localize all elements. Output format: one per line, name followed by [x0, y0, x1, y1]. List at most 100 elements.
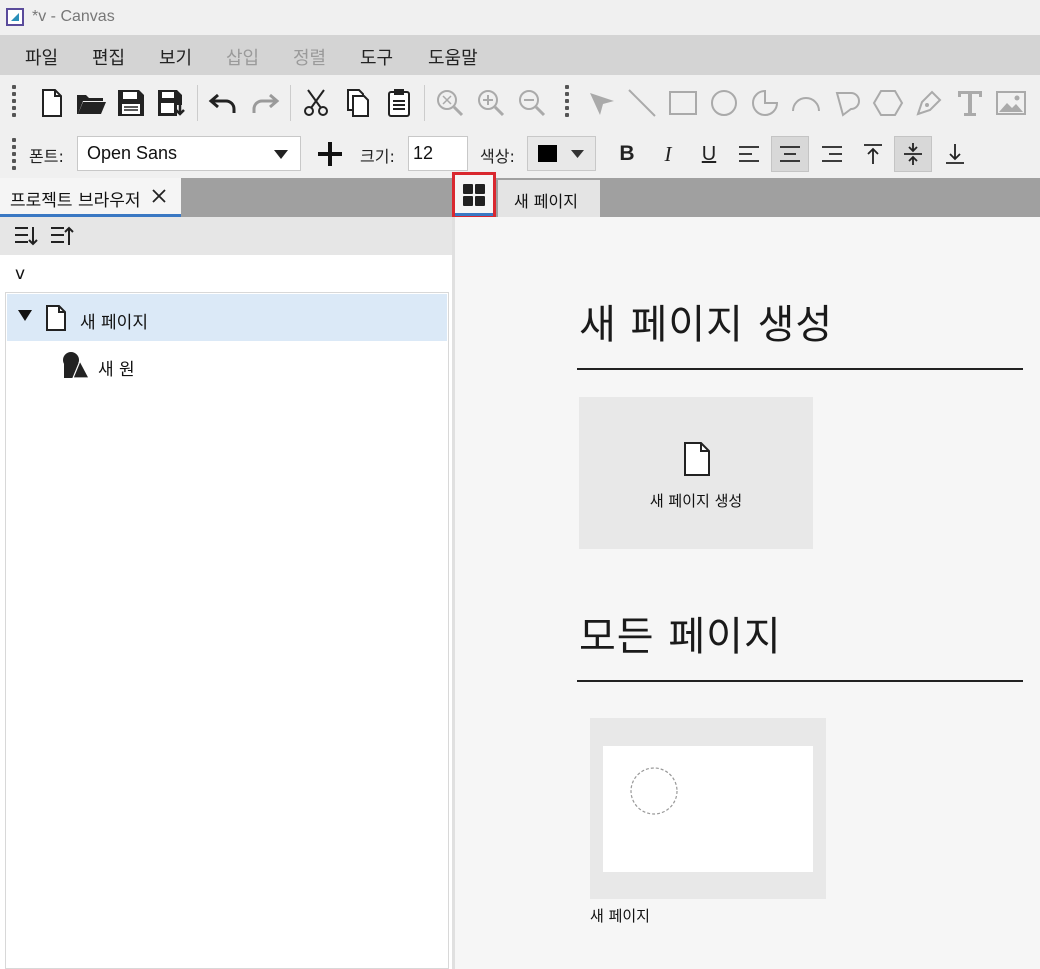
- pie-tool-icon[interactable]: [749, 87, 781, 119]
- font-label: 폰트:: [29, 147, 64, 166]
- italic-label: I: [664, 141, 672, 166]
- image-tool-icon[interactable]: [995, 87, 1027, 119]
- copy-icon[interactable]: [342, 87, 374, 119]
- pointer-tool-icon[interactable]: [586, 87, 618, 119]
- align-left-button[interactable]: [730, 136, 768, 172]
- underline-label: U: [701, 142, 717, 165]
- tab-project-browser[interactable]: 프로젝트 브라우저: [0, 178, 181, 217]
- tree-item-page-label: 새 페이지: [80, 313, 148, 333]
- tree-item-shape[interactable]: 새 원: [60, 350, 260, 384]
- shape-tool-icon[interactable]: [831, 87, 863, 119]
- align-top-button[interactable]: [854, 136, 892, 172]
- circle-tool-icon[interactable]: [708, 87, 740, 119]
- menu-arrange[interactable]: 정렬: [293, 44, 326, 70]
- sort-bar: [0, 217, 452, 255]
- hexagon-tool-icon[interactable]: [872, 87, 904, 119]
- app-logo-icon: [6, 8, 24, 26]
- page-icon: [46, 305, 66, 331]
- color-swatch: [538, 145, 557, 162]
- undo-icon[interactable]: [208, 87, 240, 119]
- page-thumbnail-label: 새 페이지: [590, 907, 650, 925]
- chevron-down-icon: [274, 150, 288, 159]
- project-name: v: [15, 264, 26, 284]
- menu-insert[interactable]: 삽입: [226, 44, 259, 70]
- menu-help[interactable]: 도움말: [428, 44, 478, 70]
- main-toolbar: [0, 75, 1040, 130]
- menu-view[interactable]: 보기: [159, 44, 192, 70]
- shapes-icon: [63, 352, 90, 379]
- rectangle-tool-icon[interactable]: [667, 87, 699, 119]
- add-font-icon[interactable]: [316, 140, 344, 168]
- zoom-in-icon[interactable]: [475, 87, 507, 119]
- color-label: 색상:: [480, 147, 515, 166]
- text-tool-icon[interactable]: [954, 87, 986, 119]
- title-bar: [0, 0, 1040, 35]
- line-tool-icon[interactable]: [626, 87, 658, 119]
- bold-label: B: [619, 142, 635, 165]
- italic-button[interactable]: I: [649, 136, 687, 172]
- toolbar-grip[interactable]: [12, 85, 18, 120]
- tab-page[interactable]: 새 페이지: [498, 180, 600, 217]
- align-top-icon: [864, 144, 882, 164]
- menu-bar: 파일 편집 보기 삽입 정렬 도구 도움말: [0, 35, 1040, 75]
- tab-project-browser-label: 프로젝트 브라우저: [10, 191, 141, 211]
- new-page-icon: [684, 442, 710, 476]
- align-center-icon: [780, 146, 800, 162]
- toolbar-separator: [290, 85, 291, 121]
- page-thumbnail: [603, 746, 813, 872]
- heading-divider: [577, 368, 1023, 370]
- font-select[interactable]: Open Sans: [77, 136, 301, 171]
- all-pages-heading: 모든 페이지: [579, 614, 782, 660]
- align-center-button[interactable]: [771, 136, 809, 172]
- sort-ascending-icon[interactable]: [50, 225, 74, 247]
- close-icon[interactable]: [152, 189, 166, 203]
- expand-toggle-icon[interactable]: [18, 310, 32, 321]
- save-icon[interactable]: [115, 87, 147, 119]
- zoom-out-icon[interactable]: [516, 87, 548, 119]
- new-file-icon[interactable]: [36, 87, 68, 119]
- tree-item-shape-label: 새 원: [98, 360, 135, 380]
- align-right-icon: [822, 146, 842, 162]
- grid-view-icon: [463, 184, 485, 206]
- align-bottom-icon: [946, 144, 964, 164]
- page-thumbnail-card[interactable]: [590, 718, 826, 899]
- align-middle-button[interactable]: [894, 136, 932, 172]
- cut-icon[interactable]: [300, 87, 332, 119]
- underline-button[interactable]: U: [690, 136, 728, 172]
- project-tree: [5, 292, 449, 969]
- overview-tab[interactable]: [452, 172, 496, 219]
- toolbar-separator: [197, 85, 198, 121]
- size-input[interactable]: 12: [408, 136, 468, 171]
- create-page-heading: 새 페이지 생성: [579, 302, 834, 348]
- sort-descending-icon[interactable]: [14, 225, 38, 247]
- window-title: *v - Canvas: [32, 8, 115, 25]
- menu-tools[interactable]: 도구: [360, 44, 393, 70]
- align-right-button[interactable]: [813, 136, 851, 172]
- color-picker-button[interactable]: [527, 136, 596, 171]
- size-label: 크기:: [360, 147, 395, 166]
- pen-tool-icon[interactable]: [913, 87, 945, 119]
- circle-shape-preview: [630, 767, 678, 815]
- toolbar-grip[interactable]: [565, 85, 571, 120]
- toolbar-separator: [424, 85, 425, 121]
- tree-item-page[interactable]: 새 페이지: [7, 294, 447, 341]
- heading-divider: [577, 680, 1023, 682]
- menu-edit[interactable]: 편집: [92, 44, 125, 70]
- align-bottom-button[interactable]: [936, 136, 974, 172]
- redo-icon[interactable]: [248, 87, 280, 119]
- create-page-card[interactable]: 새 페이지 생성: [579, 397, 813, 549]
- chevron-down-icon: [571, 150, 584, 158]
- zoom-fit-icon[interactable]: [434, 87, 466, 119]
- tab-underline: [455, 213, 493, 216]
- align-middle-icon: [904, 143, 922, 165]
- align-left-icon: [739, 146, 759, 162]
- create-page-card-label: 새 페이지 생성: [649, 492, 743, 510]
- paste-icon[interactable]: [383, 87, 415, 119]
- open-folder-icon[interactable]: [75, 87, 107, 119]
- menu-file[interactable]: 파일: [25, 44, 58, 70]
- bold-button[interactable]: B: [608, 136, 646, 172]
- arc-tool-icon[interactable]: [790, 87, 822, 119]
- toolbar-grip[interactable]: [12, 138, 18, 173]
- save-as-icon[interactable]: [155, 87, 187, 119]
- font-select-value: Open Sans: [87, 143, 178, 163]
